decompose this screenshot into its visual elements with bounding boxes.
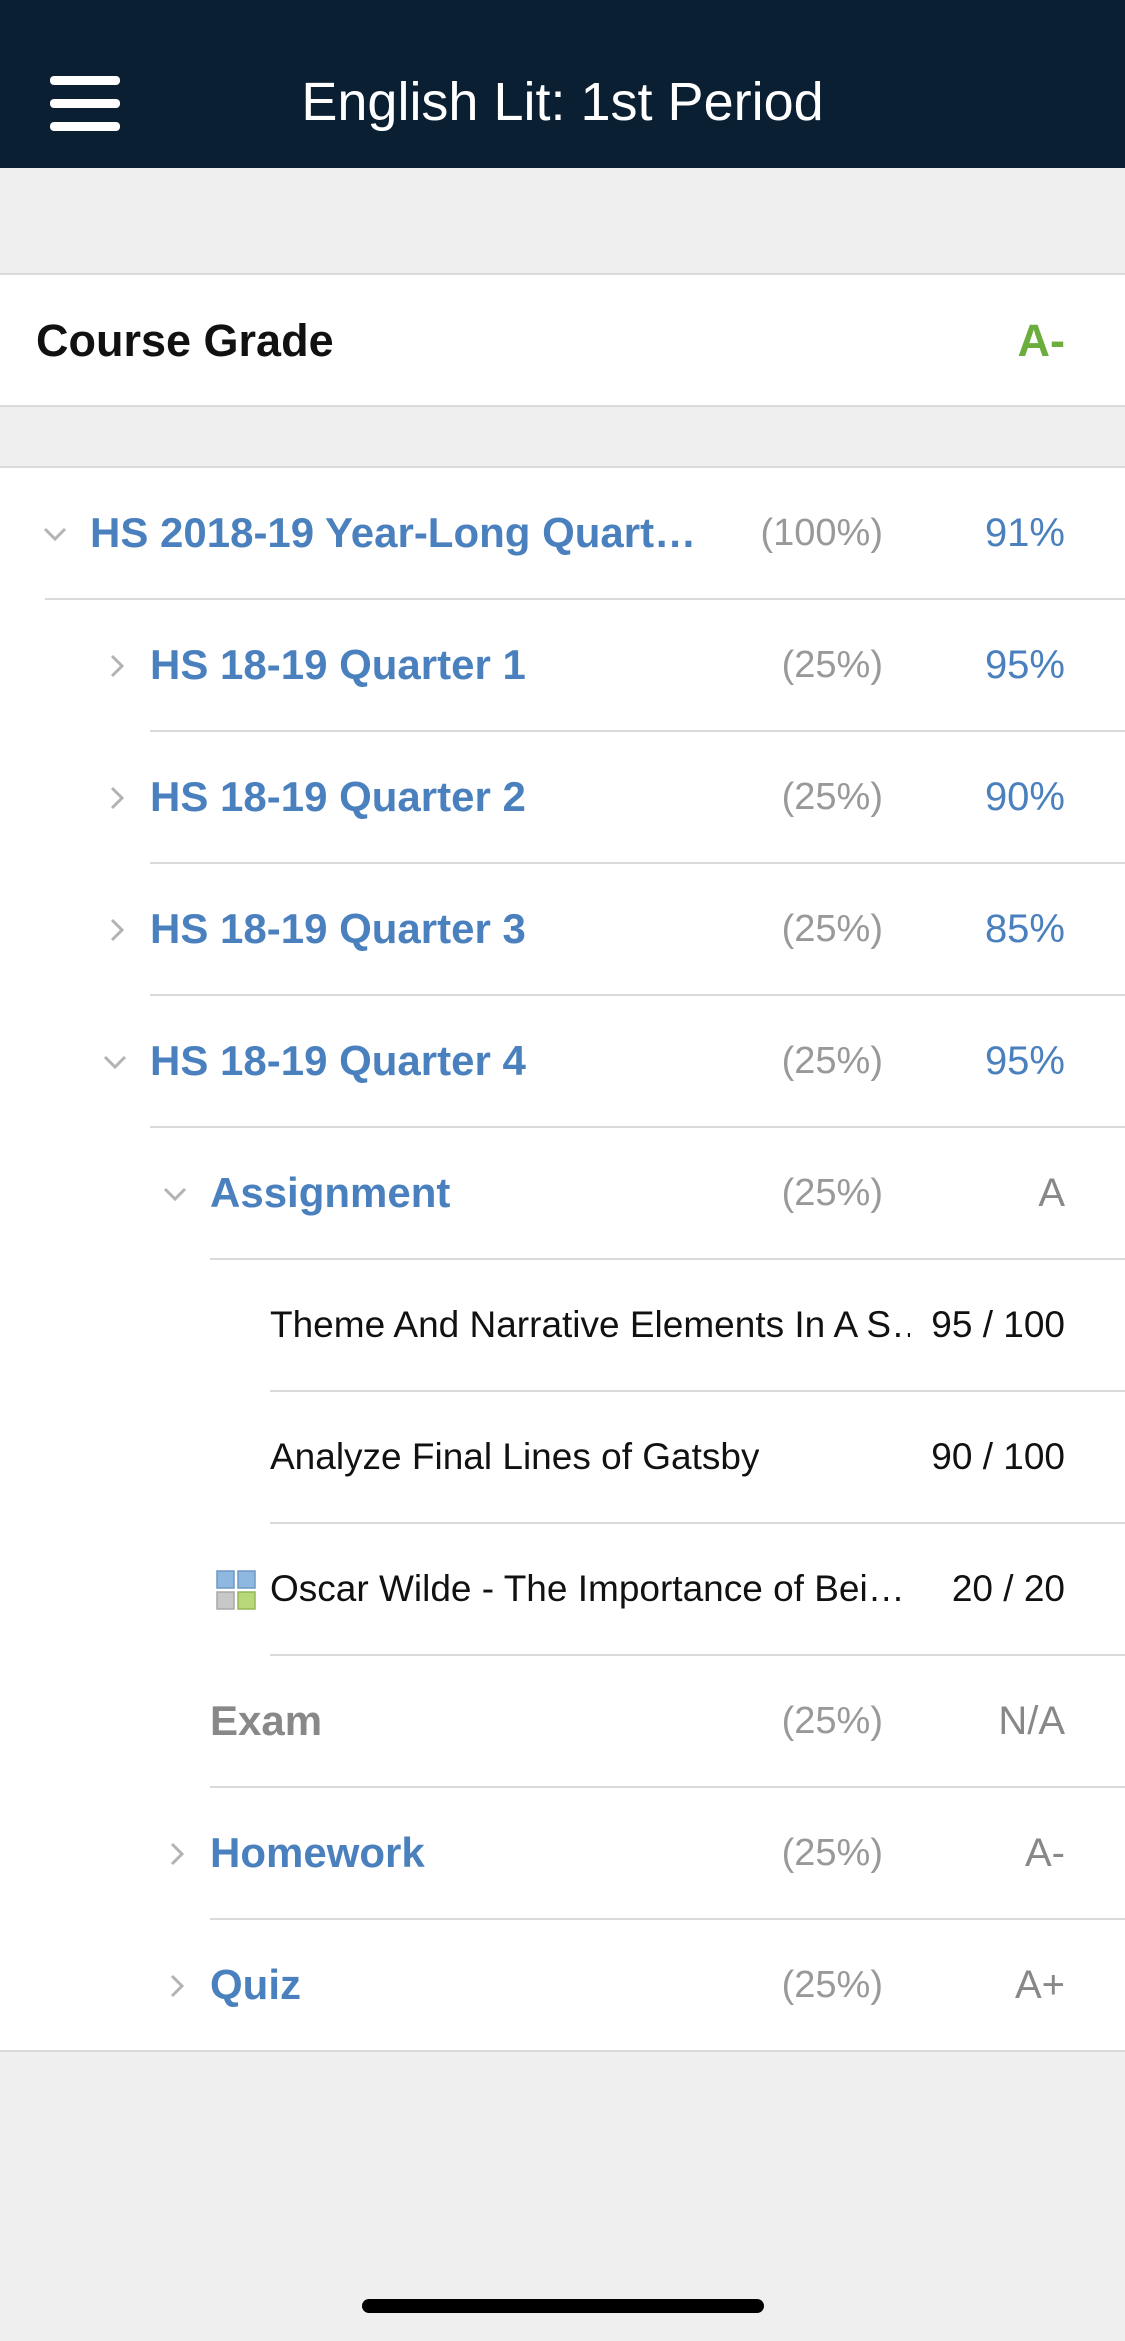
row-weight: (25%) — [781, 644, 883, 686]
chevron-right-icon[interactable] — [164, 1973, 190, 1999]
assignment-title: Analyze Final Lines of Gatsby — [270, 1436, 760, 1477]
row-grade: A- — [1025, 1831, 1065, 1875]
grading-period-row-q2[interactable]: HS 18-19 Quarter 2 (25%) 90% — [0, 732, 1125, 864]
row-weight: (25%) — [781, 1700, 883, 1742]
row-grade: A+ — [1014, 1963, 1065, 2007]
row-grade: 90% — [984, 775, 1065, 819]
category-row-quiz[interactable]: Quiz (25%) A+ — [0, 1920, 1125, 2052]
row-label: Quiz — [210, 1961, 301, 2008]
row-weight: (25%) — [781, 776, 883, 818]
grading-period-row-year[interactable]: HS 2018-19 Year-Long Quart… (100%) 91% — [0, 468, 1125, 600]
row-label: HS 18-19 Quarter 2 — [150, 773, 526, 820]
row-label: Homework — [210, 1829, 425, 1876]
row-grade: 95% — [984, 643, 1065, 687]
assignment-title: Oscar Wilde - The Importance of Bei… — [270, 1568, 905, 1609]
row-grade: 91% — [984, 511, 1065, 555]
chevron-down-icon[interactable] — [102, 1049, 128, 1075]
chevron-down-icon[interactable] — [162, 1181, 188, 1207]
row-grade: 95% — [984, 1039, 1065, 1083]
grading-period-row-q4[interactable]: HS 18-19 Quarter 4 (25%) 95% — [0, 996, 1125, 1128]
row-weight: (25%) — [781, 1172, 883, 1214]
assignment-score: 90 / 100 — [931, 1436, 1065, 1477]
row-weight: (25%) — [781, 908, 883, 950]
chevron-right-icon[interactable] — [104, 785, 130, 811]
page-title: English Lit: 1st Period — [301, 72, 824, 132]
document-grid-icon — [216, 1570, 256, 1610]
course-grade-label: Course Grade — [36, 315, 334, 366]
row-label: Assignment — [210, 1169, 451, 1216]
grading-period-row-q1[interactable]: HS 18-19 Quarter 1 (25%) 95% — [0, 600, 1125, 732]
row-label: HS 18-19 Quarter 4 — [150, 1037, 526, 1084]
grading-period-tree: HS 2018-19 Year-Long Quart… (100%) 91% H… — [0, 466, 1125, 2052]
chevron-right-icon[interactable] — [164, 1841, 190, 1867]
row-grade: 85% — [984, 907, 1065, 951]
course-grade-card: Course Grade A- — [0, 273, 1125, 407]
row-grade: A — [1038, 1171, 1065, 1215]
grading-period-row-q3[interactable]: HS 18-19 Quarter 3 (25%) 85% — [0, 864, 1125, 996]
chevron-right-icon[interactable] — [104, 653, 130, 679]
row-weight: (100%) — [760, 512, 884, 554]
assignment-score: 95 / 100 — [931, 1304, 1065, 1345]
home-indicator[interactable] — [362, 2299, 764, 2313]
chevron-down-icon[interactable] — [42, 521, 68, 547]
category-row-assignment[interactable]: Assignment (25%) A — [0, 1128, 1125, 1260]
assignment-row[interactable]: Analyze Final Lines of Gatsby 90 / 100 — [0, 1392, 1125, 1524]
assignment-row[interactable]: Oscar Wilde - The Importance of Bei… 20 … — [0, 1524, 1125, 1656]
chevron-right-icon[interactable] — [104, 917, 130, 943]
row-label: HS 18-19 Quarter 3 — [150, 905, 526, 952]
assignment-score: 20 / 20 — [951, 1568, 1065, 1609]
category-row-homework[interactable]: Homework (25%) A- — [0, 1788, 1125, 1920]
course-grade-value: A- — [1017, 315, 1065, 366]
assignment-row[interactable]: Theme And Narrative Elements In A S… 95 … — [0, 1260, 1125, 1392]
category-row-exam: Exam (25%) N/A — [0, 1656, 1125, 1788]
row-label: HS 18-19 Quarter 1 — [150, 641, 526, 688]
row-label: HS 2018-19 Year-Long Quart… — [90, 509, 697, 556]
row-weight: (25%) — [781, 1832, 883, 1874]
row-weight: (25%) — [781, 1964, 883, 2006]
row-label: Exam — [210, 1697, 323, 1744]
assignment-title: Theme And Narrative Elements In A S… — [270, 1304, 910, 1345]
app-header: English Lit: 1st Period — [0, 0, 1125, 168]
row-grade: N/A — [998, 1699, 1065, 1743]
row-weight: (25%) — [781, 1040, 883, 1082]
